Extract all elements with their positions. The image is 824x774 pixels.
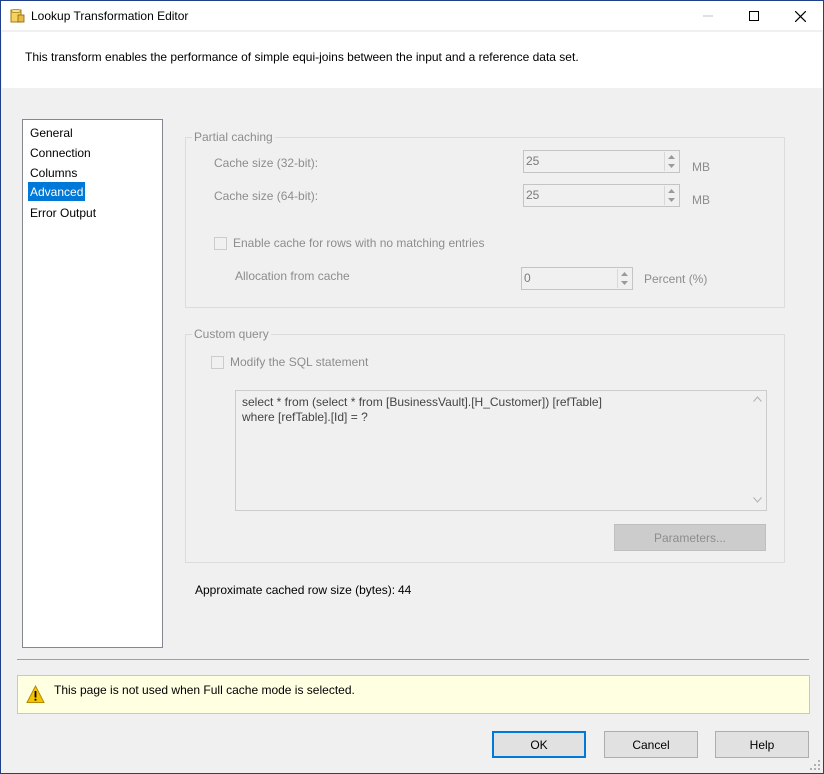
parameters-button[interactable]: Parameters... <box>614 524 766 551</box>
minimize-icon <box>703 15 713 17</box>
page-nav-list[interactable]: General Connection Columns Advanced Erro… <box>22 119 163 648</box>
nav-item-columns[interactable]: Columns <box>28 163 79 182</box>
cancel-button[interactable]: Cancel <box>604 731 698 758</box>
cache64-arrows[interactable] <box>664 186 678 205</box>
header-description: This transform enables the performance o… <box>25 50 579 64</box>
approx-row-size-label: Approximate cached row size (bytes): <box>195 583 396 597</box>
allocation-label: Allocation from cache <box>235 269 350 283</box>
partial-caching-title: Partial caching <box>192 130 275 144</box>
modify-sql-label[interactable]: Modify the SQL statement <box>230 355 368 369</box>
warning-icon <box>26 685 45 703</box>
scroll-up-icon[interactable] <box>753 396 762 402</box>
warning-bar: This page is not used when Full cache mo… <box>17 675 810 714</box>
cancel-label: Cancel <box>632 737 670 752</box>
cache64-value: 25 <box>526 188 540 202</box>
cache64-label: Cache size (64-bit): <box>214 189 319 203</box>
cache32-unit: MB <box>692 160 710 174</box>
maximize-icon <box>749 11 759 21</box>
close-button[interactable] <box>777 1 823 31</box>
cache32-value: 25 <box>526 154 540 168</box>
spin-up-icon[interactable] <box>665 186 678 195</box>
spin-down-icon[interactable] <box>665 195 678 204</box>
cache64-spinner[interactable]: 25 <box>523 184 680 207</box>
cache32-spinner[interactable]: 25 <box>523 150 680 173</box>
ok-button[interactable]: OK <box>492 731 586 758</box>
approx-row-size-value: 44 <box>398 583 412 597</box>
sql-line-1: select * from (select * from [BusinessVa… <box>242 395 602 409</box>
allocation-spinner[interactable]: 0 <box>521 267 633 290</box>
nav-item-advanced[interactable]: Advanced <box>28 182 86 201</box>
help-label: Help <box>749 737 775 752</box>
custom-query-title: Custom query <box>192 327 271 341</box>
maximize-button[interactable] <box>731 1 777 31</box>
spin-up-icon[interactable] <box>618 269 631 278</box>
enable-cache-label[interactable]: Enable cache for rows with no matching e… <box>233 236 484 250</box>
modify-sql-checkbox[interactable] <box>211 356 224 369</box>
separator <box>17 659 809 660</box>
sql-statement-textarea[interactable]: select * from (select * from [BusinessVa… <box>235 390 767 511</box>
spin-down-icon[interactable] <box>665 161 678 170</box>
cache32-arrows[interactable] <box>664 152 678 171</box>
allocation-unit: Percent (%) <box>644 272 708 286</box>
sql-line-2: where [refTable].[Id] = ? <box>242 410 368 424</box>
parameters-label: Parameters... <box>653 530 727 545</box>
help-button[interactable]: Help <box>715 731 809 758</box>
warning-text: This page is not used when Full cache mo… <box>54 683 355 697</box>
window-title: Lookup Transformation Editor <box>31 9 189 23</box>
nav-item-general[interactable]: General <box>28 123 75 142</box>
close-icon <box>794 10 806 22</box>
lookup-app-icon <box>10 8 25 23</box>
allocation-value: 0 <box>524 271 531 285</box>
header-band: This transform enables the performance o… <box>2 32 822 88</box>
allocation-arrows[interactable] <box>617 269 631 288</box>
spin-down-icon[interactable] <box>618 278 631 287</box>
nav-item-connection[interactable]: Connection <box>28 143 93 162</box>
resize-grip-icon[interactable] <box>809 759 821 771</box>
title-bar[interactable]: Lookup Transformation Editor <box>1 1 823 31</box>
ok-label: OK <box>530 737 548 752</box>
cache32-label: Cache size (32-bit): <box>214 156 319 170</box>
spin-up-icon[interactable] <box>665 152 678 161</box>
cache64-unit: MB <box>692 193 710 207</box>
nav-item-error-output[interactable]: Error Output <box>28 203 98 222</box>
minimize-button[interactable] <box>685 1 731 31</box>
sql-scrollbar[interactable] <box>749 391 766 510</box>
lookup-editor-window: Lookup Transformation Editor This transf… <box>0 0 824 774</box>
scroll-down-icon[interactable] <box>753 497 762 503</box>
enable-cache-checkbox[interactable] <box>214 237 227 250</box>
